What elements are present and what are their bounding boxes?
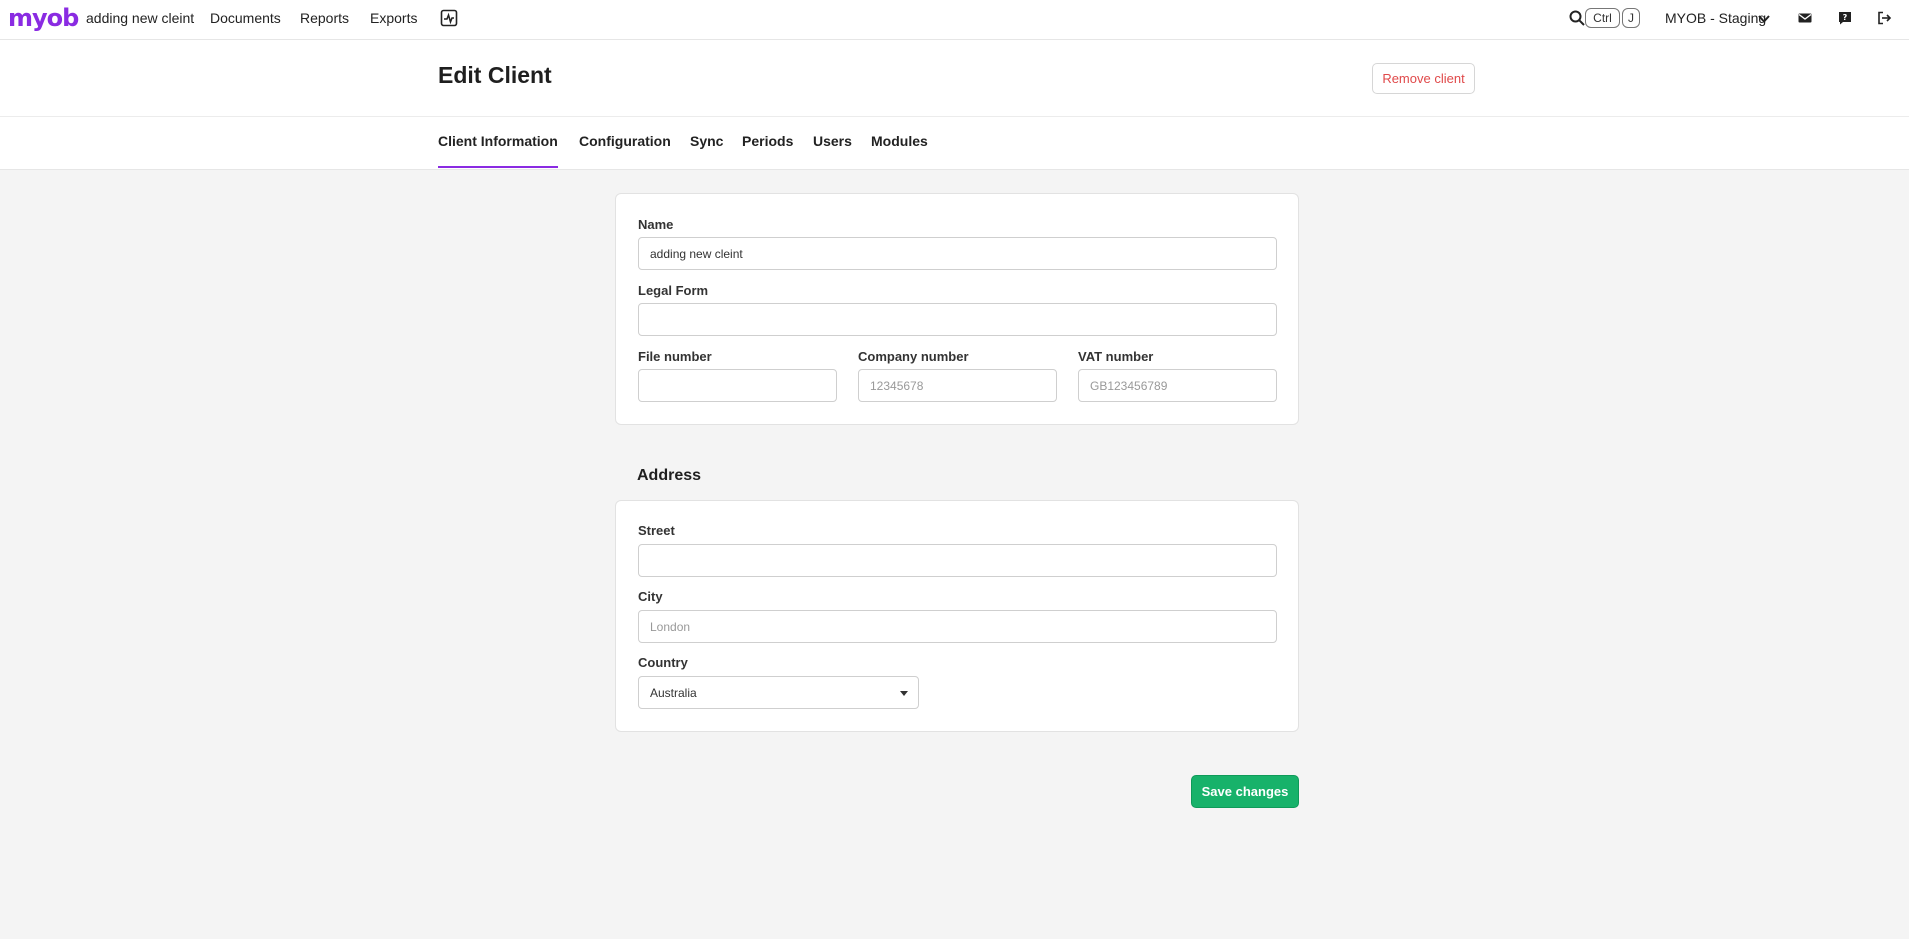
vat-number-label: VAT number — [1078, 349, 1154, 364]
nav-reports[interactable]: Reports — [300, 10, 349, 26]
tab-sync[interactable]: Sync — [690, 133, 723, 149]
name-input[interactable] — [638, 237, 1277, 270]
vat-number-input[interactable] — [1078, 369, 1277, 402]
activity-chart-icon[interactable] — [440, 9, 458, 27]
company-number-label: Company number — [858, 349, 969, 364]
tab-modules[interactable]: Modules — [871, 133, 928, 149]
save-changes-button[interactable]: Save changes — [1191, 775, 1299, 808]
country-selected-value: Australia — [650, 685, 697, 700]
page-title: Edit Client — [438, 62, 552, 88]
myob-logo[interactable]: myob — [8, 4, 79, 32]
name-label: Name — [638, 217, 674, 232]
mail-icon[interactable] — [1797, 10, 1813, 26]
top-navigation-bar: myob adding new cleint Documents Reports… — [0, 0, 1909, 40]
remove-client-button[interactable]: Remove client — [1372, 63, 1475, 94]
city-label: City — [638, 589, 663, 604]
company-number-input[interactable] — [858, 369, 1057, 402]
nav-client-name[interactable]: adding new cleint — [86, 10, 194, 26]
tab-client-information[interactable]: Client Information — [438, 133, 558, 168]
logout-icon[interactable] — [1876, 10, 1892, 26]
country-label: Country — [638, 655, 688, 670]
tab-configuration[interactable]: Configuration — [579, 133, 671, 149]
caret-down-icon — [900, 691, 908, 696]
address-card: Street City Country Australia — [615, 500, 1299, 732]
city-input[interactable] — [638, 610, 1277, 643]
file-number-input[interactable] — [638, 369, 837, 402]
client-information-card: Name Legal Form File number Company numb… — [615, 193, 1299, 425]
street-label: Street — [638, 523, 675, 538]
nav-documents[interactable]: Documents — [210, 10, 281, 26]
shortcut-ctrl-key: Ctrl — [1585, 8, 1620, 28]
chevron-down-icon[interactable] — [1757, 12, 1771, 26]
nav-exports[interactable]: Exports — [370, 10, 417, 26]
environment-switcher[interactable]: MYOB - Staging — [1665, 10, 1766, 26]
address-section-title: Address — [637, 467, 702, 484]
help-icon[interactable]: ? — [1837, 10, 1853, 26]
header-divider — [0, 116, 1909, 117]
legal-form-label: Legal Form — [638, 283, 709, 298]
street-input[interactable] — [638, 544, 1277, 577]
shortcut-j-key: J — [1622, 8, 1640, 28]
page-header: Edit Client Remove client Client Informa… — [0, 40, 1909, 170]
tab-periods[interactable]: Periods — [742, 133, 793, 149]
tab-users[interactable]: Users — [813, 133, 852, 149]
search-icon[interactable] — [1568, 9, 1586, 27]
legal-form-input[interactable] — [638, 303, 1277, 336]
svg-text:?: ? — [1843, 13, 1848, 22]
country-select[interactable]: Australia — [638, 676, 919, 709]
file-number-label: File number — [638, 349, 712, 364]
